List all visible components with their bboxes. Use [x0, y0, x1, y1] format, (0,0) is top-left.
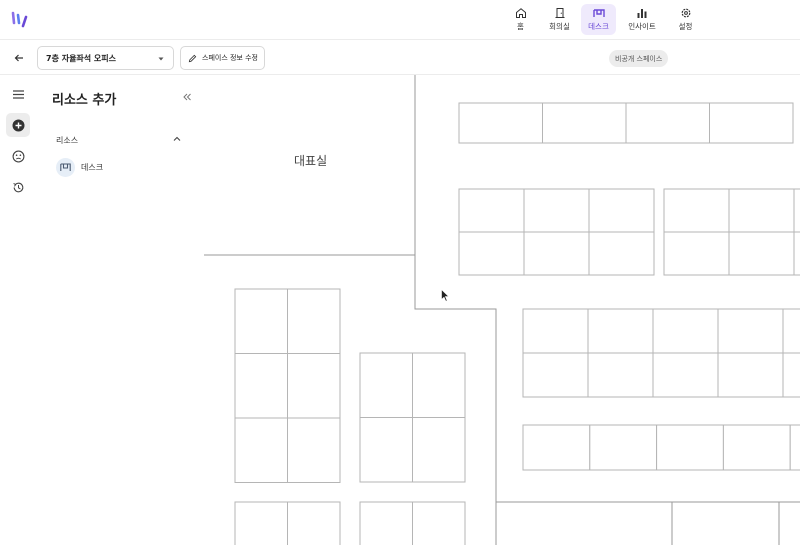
space-select-dropdown[interactable]: 7층 자율좌석 오피스 [37, 46, 174, 70]
desk-cell[interactable] [782, 352, 800, 398]
nav-desk-label: 데스크 [588, 22, 609, 31]
desk-cell[interactable] [722, 424, 791, 471]
add-resource-tool-button[interactable] [6, 113, 30, 137]
desk-cell[interactable] [412, 417, 466, 483]
desk-icon [592, 9, 605, 17]
nav-insight[interactable]: 인사이트 [620, 4, 664, 35]
desk-group [234, 102, 800, 545]
desk-cell[interactable] [589, 424, 658, 471]
desk-cell[interactable] [587, 308, 654, 354]
top-navigation-bar: 홈 회의실 데스크 인사이트 설정 [0, 0, 800, 40]
desk-cell[interactable] [588, 188, 655, 233]
desk-cell[interactable] [793, 188, 800, 233]
desk-cell[interactable] [522, 424, 591, 471]
desk-cell[interactable] [287, 417, 341, 483]
plus-circle-icon [12, 119, 24, 131]
desk-cell[interactable] [359, 352, 413, 418]
hamburger-menu-icon [12, 89, 24, 99]
door-icon [555, 8, 564, 18]
resource-section-label: 리소스 [56, 136, 79, 145]
private-space-badge: 비공개 스페이스 [609, 50, 669, 67]
nav-home-label: 홈 [517, 22, 524, 31]
home-icon [515, 8, 526, 18]
wall [671, 502, 780, 545]
desk-cell[interactable] [412, 352, 466, 418]
collapse-panel-icon[interactable] [182, 92, 192, 102]
desk-cell[interactable] [728, 188, 795, 233]
desk-cell[interactable] [652, 308, 719, 354]
desk-cell[interactable] [287, 501, 341, 545]
desk-cell[interactable] [728, 231, 795, 276]
resource-item-desk-label: 데스크 [81, 163, 104, 172]
desk-cell[interactable] [793, 231, 800, 276]
desk-cell[interactable] [588, 231, 655, 276]
desk-cell[interactable] [625, 102, 710, 144]
desk-cell[interactable] [542, 102, 627, 144]
desk-cell[interactable] [458, 102, 543, 144]
desk-cell[interactable] [359, 501, 413, 545]
desk-cell[interactable] [522, 308, 589, 354]
desk-cell[interactable] [652, 352, 719, 398]
desk-cell[interactable] [663, 231, 730, 276]
mouse-cursor-icon [441, 289, 450, 302]
main-nav: 홈 회의실 데스크 인사이트 설정 [503, 4, 703, 35]
tool-rail [0, 75, 36, 545]
face-icon [12, 150, 24, 162]
nav-meeting-room[interactable]: 회의실 [542, 4, 577, 35]
nav-settings-label: 설정 [678, 22, 693, 31]
chevron-down-icon [158, 57, 164, 61]
status-tool-button[interactable] [6, 144, 30, 168]
desk-icon [60, 163, 71, 171]
desk-cell[interactable] [234, 501, 288, 545]
resource-section-header[interactable]: 리소스 [56, 135, 181, 146]
desk-cell[interactable] [234, 353, 288, 419]
desk-cell[interactable] [717, 352, 784, 398]
add-resource-panel: 리소스 추가 리소스 데스크 [36, 75, 204, 545]
app-logo-icon[interactable] [10, 9, 30, 29]
desk-cell[interactable] [523, 231, 590, 276]
desk-resource-icon [56, 158, 75, 177]
space-toolbar: 7층 자율좌석 오피스 스페이스 정보 수정 비공개 스페이스 [0, 40, 800, 75]
desk-cell[interactable] [717, 308, 784, 354]
edit-space-info-button[interactable]: 스페이스 정보 수정 [180, 46, 265, 70]
floor-plan-drawing [204, 75, 800, 545]
desk-cell[interactable] [656, 424, 724, 471]
pencil-icon [188, 54, 197, 62]
nav-settings[interactable]: 설정 [668, 4, 703, 35]
desk-cell[interactable] [287, 353, 341, 419]
desk-cell[interactable] [709, 102, 794, 144]
desk-cell[interactable] [789, 424, 800, 471]
desk-cell[interactable] [663, 188, 730, 233]
desk-cell[interactable] [287, 288, 341, 354]
edit-space-info-label: 스페이스 정보 수정 [202, 54, 258, 62]
panel-title: 리소스 추가 [52, 93, 117, 108]
resource-item-desk[interactable]: 데스크 [56, 158, 103, 177]
desk-cell[interactable] [458, 188, 525, 233]
chevron-up-icon [173, 136, 181, 141]
nav-meeting-room-label: 회의실 [549, 22, 570, 31]
desk-cell[interactable] [359, 417, 413, 483]
history-tool-button[interactable] [6, 175, 30, 199]
desk-cell[interactable] [782, 308, 800, 354]
desk-cell[interactable] [234, 417, 288, 483]
desk-cell[interactable] [234, 288, 288, 354]
gear-icon [681, 8, 690, 18]
bar-chart-icon [637, 9, 647, 18]
floor-plan-canvas[interactable]: 대표실 [204, 75, 800, 545]
menu-button[interactable] [6, 82, 30, 106]
space-select-value: 7층 자율좌석 오피스 [46, 53, 117, 63]
history-icon [12, 182, 23, 192]
back-arrow-icon[interactable] [12, 51, 26, 65]
nav-home[interactable]: 홈 [503, 4, 538, 35]
desk-cell[interactable] [587, 352, 654, 398]
desk-cell[interactable] [412, 501, 466, 545]
desk-cell[interactable] [523, 188, 590, 233]
nav-insight-label: 인사이트 [628, 22, 656, 31]
nav-desk[interactable]: 데스크 [581, 4, 616, 35]
desk-cell[interactable] [458, 231, 525, 276]
desk-cell[interactable] [522, 352, 589, 398]
room-label-ceo-office: 대표실 [294, 154, 328, 168]
